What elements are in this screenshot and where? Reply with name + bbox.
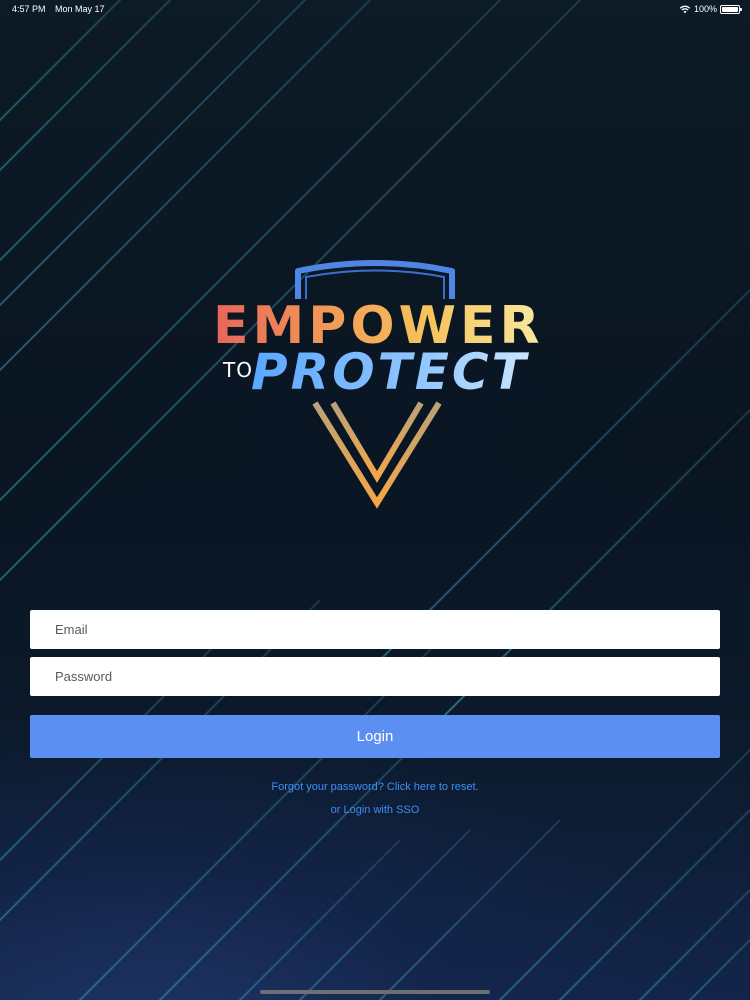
wifi-icon bbox=[679, 5, 691, 14]
battery-icon bbox=[720, 4, 742, 14]
login-screen: 4:57 PM Mon May 17 100% EMPOWER TO PROTE… bbox=[0, 0, 750, 1000]
forgot-password-link[interactable]: Forgot your password? Click here to rese… bbox=[0, 781, 750, 793]
password-input[interactable] bbox=[30, 657, 720, 696]
login-button[interactable]: Login bbox=[30, 715, 720, 758]
status-bar: 4:57 PM Mon May 17 100% bbox=[0, 0, 750, 18]
logo-to-text: TO bbox=[223, 358, 253, 382]
status-time: 4:57 PM bbox=[12, 4, 46, 14]
status-indicators: 100% bbox=[679, 0, 742, 18]
sso-login-link[interactable]: or Login with SSO bbox=[0, 804, 750, 816]
battery-percent: 100% bbox=[693, 4, 717, 14]
password-field[interactable] bbox=[30, 657, 720, 696]
status-date: Mon May 17 bbox=[55, 4, 105, 14]
empower-to-protect-logo: EMPOWER TO PROTECT bbox=[205, 255, 545, 515]
logo-protect-text: PROTECT bbox=[251, 343, 529, 401]
home-indicator[interactable] bbox=[260, 990, 490, 994]
email-field[interactable] bbox=[30, 610, 720, 649]
email-input[interactable] bbox=[30, 610, 720, 649]
